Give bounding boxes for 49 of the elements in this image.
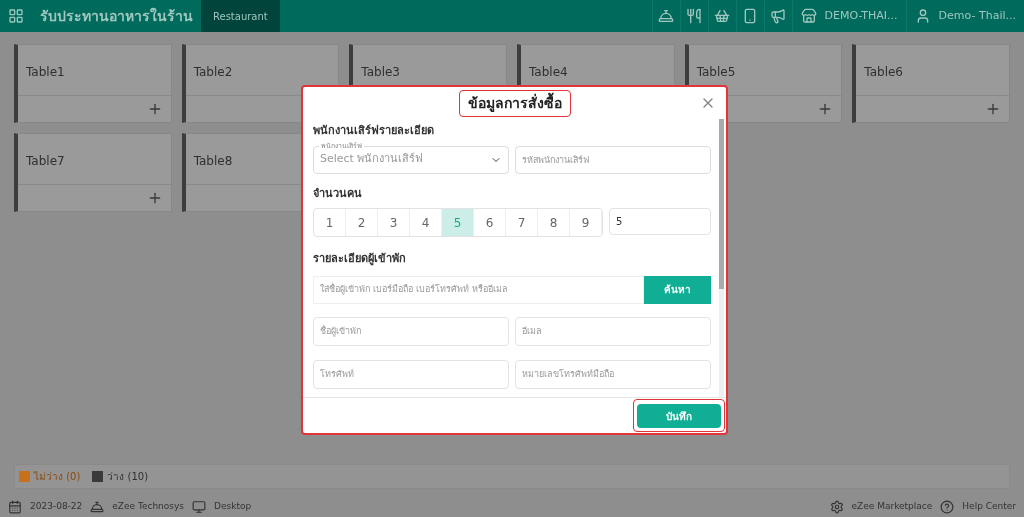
guest-field[interactable]: โทรศัพท์ (313, 359, 509, 389)
table-name: Table1 (26, 65, 65, 79)
count-field[interactable]: 5 (609, 208, 711, 235)
count-option[interactable]: 6 (474, 209, 506, 236)
table-name: Table7 (26, 154, 65, 168)
cloche-icon (90, 500, 105, 514)
count-option[interactable]: 7 (506, 209, 538, 236)
property-button[interactable]: DEMO-THAI... (791, 0, 906, 32)
search-button[interactable]: ค้นหา (644, 275, 711, 304)
monitor-icon (192, 500, 207, 514)
guest-field[interactable]: อีเมล (515, 316, 711, 346)
guest-field[interactable]: ชื่อผู้เข้าพัก (313, 316, 509, 346)
table-name: Table5 (696, 65, 736, 79)
marketplace-link[interactable]: eZee Marketplace (851, 500, 933, 514)
nav-tab[interactable]: Restaurant (201, 0, 280, 32)
add-icon[interactable] (985, 101, 1001, 117)
menu-icon[interactable] (8, 8, 24, 24)
legend-label: ว่าง (10) (107, 470, 149, 484)
table-card[interactable]: Table7 (14, 133, 172, 212)
table-name: Table4 (529, 65, 568, 79)
app-title: รับประทานอาหารในร้าน (40, 6, 193, 26)
waiter-code-field[interactable]: รหัสพนักงานเสิร์ฟ (515, 145, 711, 174)
dialog-title: ข้อมูลการสั่งซื้อ (458, 89, 571, 117)
legend-label: ไม่ว่าง (0) (34, 470, 81, 484)
table-name: Table3 (361, 65, 400, 79)
count-option[interactable]: 2 (346, 209, 378, 236)
count-option[interactable]: 8 (538, 209, 570, 236)
table-name: Table6 (864, 65, 903, 79)
table-name: Table8 (193, 154, 233, 168)
calendar-icon (8, 500, 22, 514)
save-button[interactable]: บันทึก (637, 404, 721, 429)
count-option[interactable]: 1 (314, 209, 346, 236)
store-icon (800, 8, 817, 24)
status-date: 2023-08-22 (30, 500, 83, 514)
table-card[interactable]: Table1 (14, 44, 172, 123)
count-option[interactable]: 3 (378, 209, 410, 236)
count-option[interactable]: 9 (570, 209, 602, 236)
section-heading: รายละเอียดผู้เข้าพัก (313, 251, 407, 268)
device-name: Desktop (214, 500, 252, 514)
help-link[interactable]: Help Center (962, 500, 1016, 514)
user-button[interactable]: Demo- Thail... (905, 0, 1024, 32)
settings-icon[interactable] (829, 500, 844, 514)
help-icon[interactable] (940, 500, 955, 514)
table-card[interactable]: Table6 (852, 44, 1010, 123)
table-name: Table2 (193, 65, 233, 79)
guest-field[interactable]: หมายเลขโทรศัพท์มือถือ (515, 359, 711, 389)
company-name: eZee Technosys (112, 500, 185, 514)
scrollbar[interactable] (719, 119, 724, 397)
guest-search-field[interactable]: ใส่ชื่อผู้เข้าพัก เบอร์มือถือ เบอร์โทรศัพท์ หรืออีเมล (313, 275, 644, 304)
